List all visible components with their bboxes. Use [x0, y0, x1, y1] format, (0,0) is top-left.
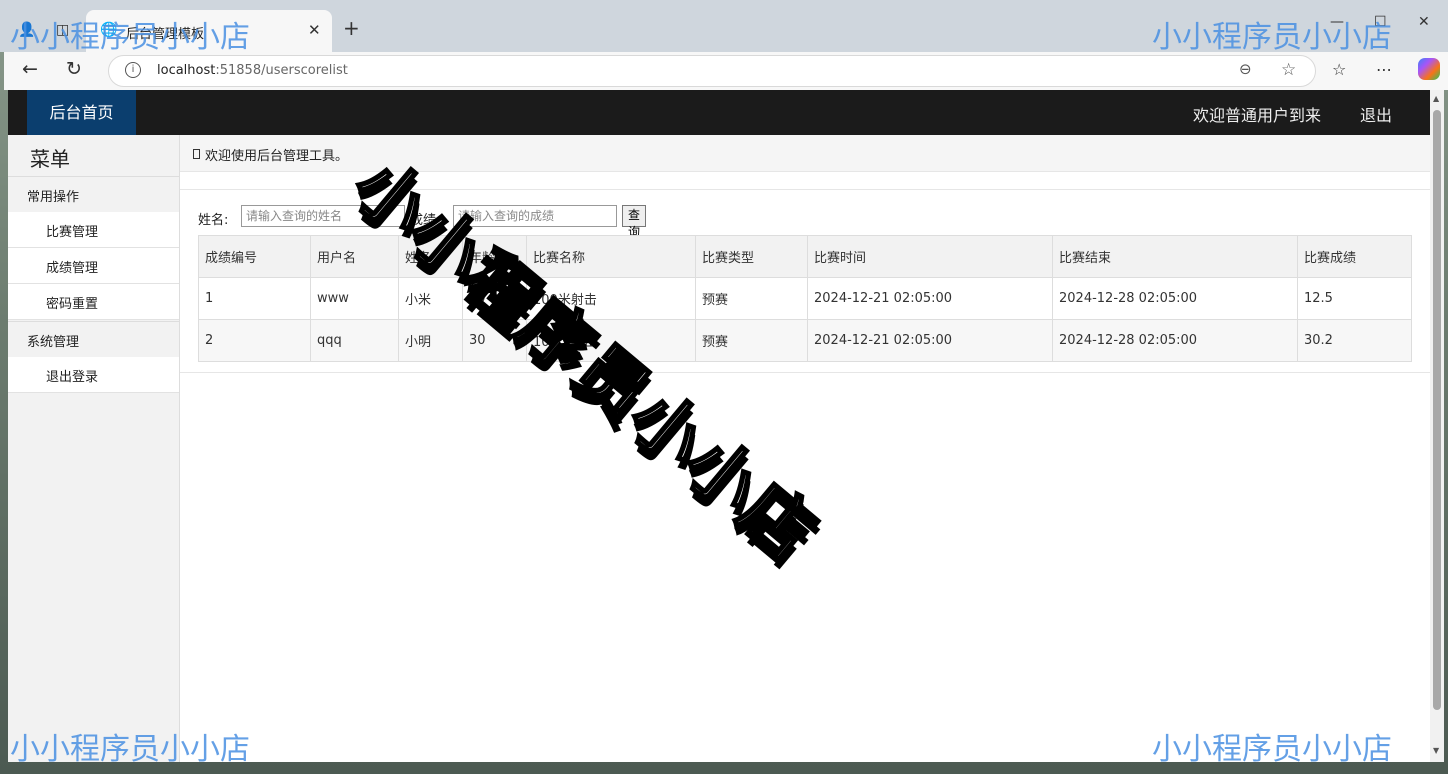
name-label: 姓名: — [198, 213, 229, 228]
group-label: 系统管理 — [27, 335, 80, 350]
scroll-up-icon[interactable]: ▲ — [1433, 94, 1439, 103]
table-row: 1 www 小米 20 100米射击 预赛 2024-12-21 02:05:0… — [198, 277, 1412, 320]
sidebar-item-label: 成绩管理 — [46, 261, 99, 276]
window-close-icon[interactable]: ✕ — [1418, 14, 1430, 30]
table-cell: 2024-12-28 02:05:00 — [1052, 277, 1298, 320]
favorites-icon[interactable]: ☆ — [1332, 60, 1346, 79]
col-header: 比赛结束 — [1052, 235, 1298, 278]
reload-icon[interactable]: ↻ — [66, 58, 82, 80]
sidebar-item-label: 密码重置 — [46, 297, 99, 312]
page-scrollbar[interactable]: ▲ ▼ — [1430, 90, 1444, 762]
table-cell: 30.2 — [1297, 319, 1412, 362]
table-cell: 2024-12-28 02:05:00 — [1052, 319, 1298, 362]
score-table: 成绩编号 用户名 姓名 年龄 比赛名称 比赛类型 比赛时间 比赛结束 比赛成绩 … — [198, 235, 1412, 362]
logout-link[interactable]: 退出 — [1360, 102, 1392, 126]
col-header: 比赛时间 — [807, 235, 1053, 278]
sidebar-item-label: 退出登录 — [46, 370, 99, 385]
favorite-star-icon[interactable]: ☆ — [1281, 60, 1296, 80]
watermark-bottom-left: 小小程序员小小店 — [10, 732, 250, 767]
breadcrumb: 欢迎使用后台管理工具。 — [180, 135, 1430, 172]
table-cell: 预赛 — [695, 277, 808, 320]
scroll-thumb[interactable] — [1433, 110, 1441, 710]
breadcrumb-text: 欢迎使用后台管理工具。 — [205, 149, 349, 164]
sidebar-item-competition[interactable]: 比赛管理 — [8, 212, 179, 248]
col-header: 比赛类型 — [695, 235, 808, 278]
sidebar-item-password[interactable]: 密码重置 — [8, 284, 179, 320]
table-cell: 2024-12-21 02:05:00 — [807, 277, 1053, 320]
table-cell: 12.5 — [1297, 277, 1412, 320]
table-cell: 预赛 — [695, 319, 808, 362]
col-header: 成绩编号 — [198, 235, 311, 278]
menu-title: 菜单 — [30, 147, 70, 171]
search-button[interactable]: 查询 — [622, 205, 647, 239]
url-path: :51858/userscorelist — [215, 63, 348, 78]
scroll-down-icon[interactable]: ▼ — [1433, 746, 1439, 755]
table-cell: 2024-12-21 02:05:00 — [807, 319, 1053, 362]
watermark-bottom-right: 小小程序员小小店 — [1152, 732, 1392, 767]
close-tab-icon[interactable]: ✕ — [308, 21, 321, 39]
back-icon[interactable]: ← — [22, 58, 38, 80]
sidebar-group-system[interactable]: 系统管理 — [8, 321, 179, 358]
table-cell: www — [310, 277, 399, 320]
sidebar-item-scores[interactable]: 成绩管理 — [8, 248, 179, 284]
watermark-top-left: 小小程序员小小店 — [10, 20, 250, 55]
sidebar-item-label: 比赛管理 — [46, 225, 99, 240]
table-cell: qqq — [310, 319, 399, 362]
sidebar: 菜单 常用操作 比赛管理 成绩管理 密码重置 系统管理 退出登录 — [8, 135, 180, 762]
zoom-icon[interactable]: ⊖ — [1239, 60, 1252, 78]
more-menu-icon[interactable]: ⋯ — [1376, 60, 1392, 79]
breadcrumb-icon — [193, 149, 200, 159]
table-cell: 1 — [198, 277, 311, 320]
site-info-icon[interactable]: i — [125, 62, 141, 78]
new-tab-icon[interactable]: + — [343, 16, 360, 40]
group-label: 常用操作 — [27, 190, 80, 205]
address-bar[interactable]: i localhost:51858/userscorelist ⊖ ☆ — [108, 55, 1316, 87]
url-host: localhost — [157, 63, 216, 78]
table-cell: 小明 — [398, 319, 463, 362]
welcome-text: 欢迎普通用户到来 — [1193, 106, 1322, 125]
sidebar-item-logout[interactable]: 退出登录 — [8, 357, 179, 393]
col-header: 比赛成绩 — [1297, 235, 1412, 278]
browser-nav-bar: ← ↻ i localhost:51858/userscorelist ⊖ ☆ … — [4, 52, 1448, 90]
watermark-top-right: 小小程序员小小店 — [1152, 20, 1392, 55]
sidebar-group-common[interactable]: 常用操作 — [8, 176, 179, 213]
table-cell: 2 — [198, 319, 311, 362]
home-link[interactable]: 后台首页 — [27, 90, 136, 135]
copilot-icon[interactable] — [1418, 58, 1440, 80]
top-header: 后台首页 欢迎普通用户到来 退出 — [8, 90, 1430, 135]
table-row: 2 qqq 小明 30 100米射击 预赛 2024-12-21 02:05:0… — [198, 319, 1412, 362]
url-text: localhost:51858/userscorelist — [157, 63, 348, 78]
